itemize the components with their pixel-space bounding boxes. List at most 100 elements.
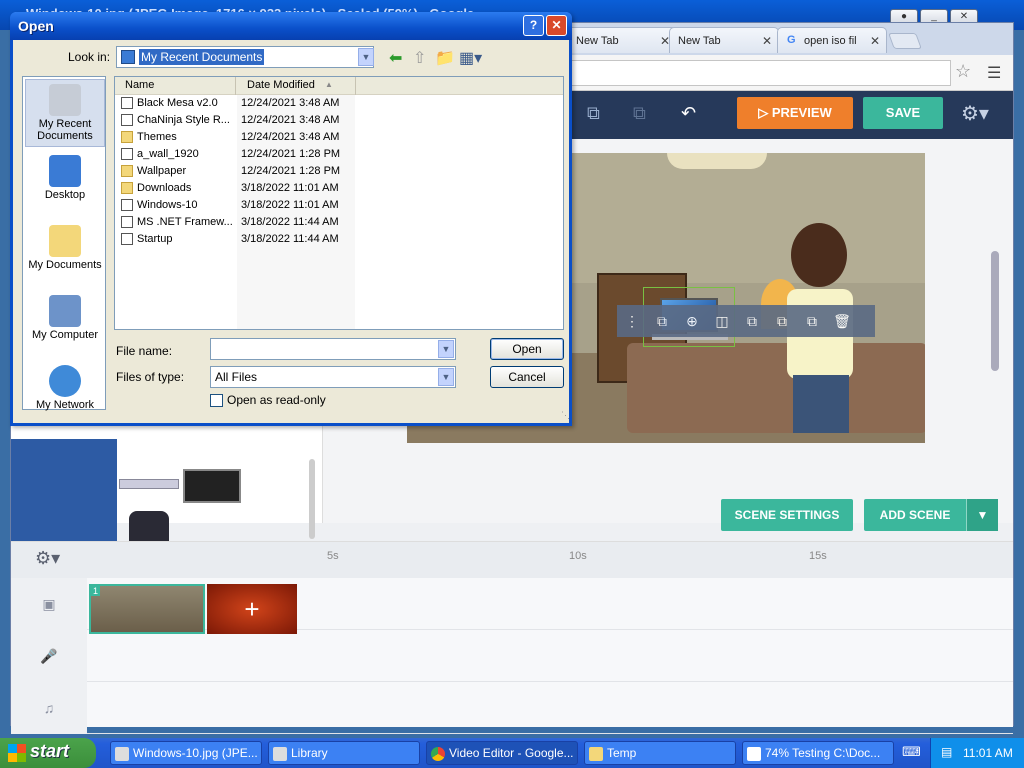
file-name: Windows-10	[137, 199, 198, 211]
open-file-dialog: Open ? ✕ Look in: My Recent Documents ▼ …	[10, 12, 572, 426]
preview-button[interactable]: ▷ PREVIEW	[737, 97, 853, 129]
shortcut-icon	[121, 216, 133, 228]
undo-icon[interactable]: ↶	[681, 103, 696, 124]
task-temp[interactable]: Temp	[584, 741, 736, 765]
back-icon[interactable]: ⬅	[389, 48, 402, 68]
help-button[interactable]: ?	[523, 15, 544, 36]
settings-gear-icon[interactable]: ⚙▾	[961, 101, 989, 126]
task-windows-10-jpg[interactable]: Windows-10.jpg (JPE...	[110, 741, 262, 765]
plus-icon: +	[244, 594, 260, 624]
place-my-documents[interactable]: My Documents	[25, 221, 105, 289]
place-my-recent-documents[interactable]: My Recent Documents	[25, 79, 105, 147]
safe-asset[interactable]	[183, 469, 241, 503]
place-my-computer[interactable]: My Computer	[25, 291, 105, 359]
swap-icon[interactable]: ⧉	[647, 305, 677, 337]
file-list[interactable]: Name Date Modified ▲ Black Mesa v2.0 12/2…	[114, 76, 564, 330]
tick-15s: 15s	[809, 550, 827, 562]
file-date: 3/18/2022 11:44 AM	[241, 233, 339, 245]
start-button[interactable]: start	[0, 738, 96, 768]
timeline-settings-icon[interactable]: ⚙▾	[35, 548, 60, 569]
copy-object-icon[interactable]: ⧉	[737, 305, 767, 337]
scene-thumbnail[interactable]: 1	[89, 584, 205, 634]
files-of-type-select[interactable]: All Files ▼	[210, 366, 456, 388]
file-row[interactable]: MS .NET Framew... 3/18/2022 11:44 AM	[115, 214, 563, 231]
file-row[interactable]: a_wall_1920 12/24/2021 1:28 PM	[115, 146, 563, 163]
drag-handle-icon[interactable]: ⋮	[617, 305, 647, 337]
folder-icon	[121, 165, 133, 177]
close-dialog-button[interactable]: ✕	[546, 15, 567, 36]
file-row[interactable]: Windows-10 3/18/2022 11:01 AM	[115, 197, 563, 214]
delete-icon[interactable]: 🗑	[827, 305, 857, 337]
file-name: a_wall_1920	[137, 148, 199, 160]
column-divider[interactable]	[355, 77, 356, 95]
place-my-network[interactable]: My Network	[25, 361, 105, 429]
open-button[interactable]: Open	[490, 338, 564, 360]
layer-icon[interactable]: ⧉	[797, 305, 827, 337]
stage-scrollbar[interactable]	[991, 251, 999, 371]
file-row[interactable]: ChaNinja Style R... 12/24/2021 3:48 AM	[115, 112, 563, 129]
character-pants	[793, 375, 849, 433]
file-row[interactable]: Downloads 3/18/2022 11:01 AM	[115, 180, 563, 197]
add-scene-button[interactable]: ADD SCENE	[864, 499, 966, 531]
close-tab-icon[interactable]: ✕	[870, 34, 880, 48]
file-row[interactable]: Wallpaper 12/24/2021 1:28 PM	[115, 163, 563, 180]
close-tab-icon[interactable]: ✕	[762, 34, 772, 48]
file-name-label: File name:	[116, 344, 173, 358]
file-row[interactable]: Startup 3/18/2022 11:44 AM	[115, 231, 563, 248]
task-video-editor[interactable]: Video Editor - Google...	[426, 741, 578, 765]
file-row[interactable]: Themes 12/24/2021 3:48 AM	[115, 129, 563, 146]
flip-icon[interactable]: ◫	[707, 305, 737, 337]
cancel-button[interactable]: Cancel	[490, 366, 564, 388]
7zip-icon	[747, 747, 761, 761]
add-scene-thumbnail[interactable]: +	[207, 584, 297, 634]
resize-grip-icon[interactable]: ⋱	[561, 410, 570, 421]
panel-scrollbar[interactable]	[309, 459, 315, 539]
chevron-down-icon[interactable]: ▼	[438, 368, 454, 386]
copy-icon[interactable]: ⧉	[587, 103, 600, 124]
paste-icon[interactable]: ⧉	[633, 103, 646, 124]
bookmark-star-icon[interactable]: ☆	[955, 61, 971, 82]
image-viewer-icon	[115, 747, 129, 761]
chevron-down-icon[interactable]: ▼	[438, 340, 454, 358]
place-label: Desktop	[44, 189, 86, 201]
file-name-input[interactable]: ▼	[210, 338, 456, 360]
file-name: Themes	[137, 131, 177, 143]
chevron-down-icon[interactable]: ▼	[358, 48, 374, 66]
read-only-checkbox[interactable]	[210, 394, 223, 407]
place-desktop[interactable]: Desktop	[25, 151, 105, 219]
keyboard-icon[interactable]: ⌨	[902, 744, 922, 762]
tab-new-tab-1[interactable]: New Tab ✕	[567, 27, 677, 53]
chevron-down-icon[interactable]: ▼	[966, 499, 998, 531]
scene-settings-button[interactable]: SCENE SETTINGS	[721, 499, 853, 531]
video-camera-icon: ▣	[11, 578, 87, 630]
files-of-type-label: Files of type:	[116, 370, 185, 384]
shortcut-icon	[121, 97, 133, 109]
tick-5s: 5s	[327, 550, 339, 562]
tab-open-iso[interactable]: Gopen iso fil ✕	[777, 27, 887, 53]
new-folder-icon[interactable]: 📁	[435, 48, 455, 68]
keyboard-asset[interactable]	[119, 479, 179, 489]
column-name[interactable]: Name	[125, 79, 154, 91]
microphone-icon: 🎤	[11, 630, 87, 682]
desktop-icon	[49, 155, 81, 187]
file-row[interactable]: Black Mesa v2.0 12/24/2021 3:48 AM	[115, 95, 563, 112]
column-divider[interactable]	[235, 77, 236, 95]
task-7zip-testing[interactable]: 74% Testing C:\Doc...	[742, 741, 894, 765]
save-button[interactable]: SAVE	[863, 97, 943, 129]
up-folder-icon[interactable]: ⇧	[413, 48, 426, 68]
add-effect-icon[interactable]: ⊕	[677, 305, 707, 337]
music-track: ♫	[11, 682, 1013, 734]
task-library[interactable]: Library	[268, 741, 420, 765]
file-date: 3/18/2022 11:01 AM	[241, 182, 339, 194]
address-bar[interactable]	[571, 60, 951, 86]
tab-new-tab-2[interactable]: New Tab ✕	[669, 27, 779, 53]
place-label: My Network	[35, 399, 95, 411]
chrome-menu-icon[interactable]: ☰	[987, 63, 1001, 83]
paste-object-icon[interactable]: ⧉	[767, 305, 797, 337]
file-date: 3/18/2022 11:01 AM	[241, 199, 339, 211]
look-in-dropdown[interactable]: My Recent Documents ▼	[116, 46, 374, 68]
network-tray-icon[interactable]: ▤	[941, 745, 952, 759]
view-menu-icon[interactable]: ▦▾	[459, 48, 482, 68]
new-tab-button[interactable]	[888, 33, 922, 49]
column-date-modified[interactable]: Date Modified	[247, 79, 315, 91]
